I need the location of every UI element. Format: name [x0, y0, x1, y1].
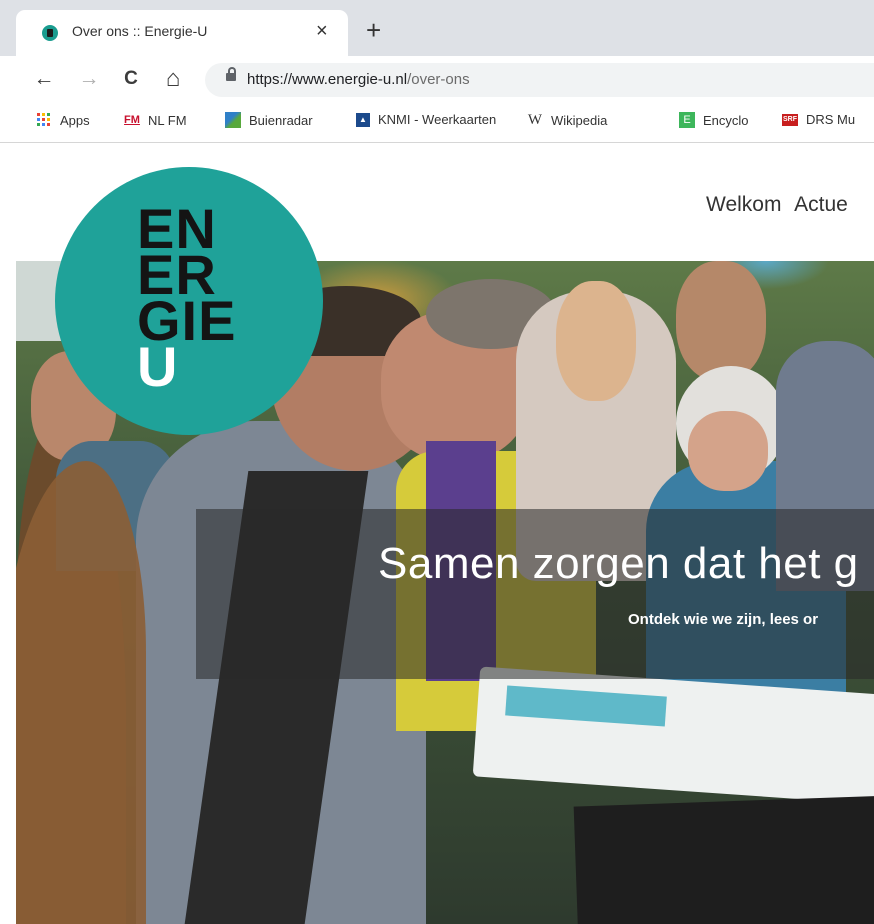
- bookmark-nl-fm[interactable]: FM NL FM: [124, 112, 187, 128]
- fm-icon: FM: [124, 114, 140, 126]
- nav-item-welkom[interactable]: Welkom: [706, 193, 781, 216]
- bookmark-apps[interactable]: Apps: [36, 112, 90, 128]
- bookmark-wikipedia[interactable]: W Wikipedia: [527, 112, 607, 128]
- nav-item-actueel[interactable]: Actue: [794, 193, 848, 216]
- address-url: https://www.energie-u.nl/over-ons: [247, 71, 470, 88]
- energie-u-logo[interactable]: EN ER GIE U: [55, 167, 323, 435]
- bookmark-label: NL FM: [148, 112, 187, 128]
- bookmark-knmi[interactable]: ▲ KNMI - Weerkaarten: [356, 112, 496, 127]
- knmi-icon: ▲: [356, 112, 370, 127]
- browser-toolbar: ← → C ⌂ https://www.energie-u.nl/over-on…: [0, 56, 874, 102]
- home-icon[interactable]: ⌂: [159, 65, 187, 93]
- bookmark-label: DRS Mu: [806, 112, 856, 127]
- bookmark-label: Buienradar: [249, 112, 313, 128]
- reload-icon[interactable]: C: [117, 65, 145, 93]
- encyclo-icon: E: [679, 112, 695, 128]
- address-bar[interactable]: https://www.energie-u.nl/over-ons: [205, 63, 874, 97]
- site-favicon-icon: [42, 25, 58, 41]
- hero-caption-overlay: [196, 509, 874, 679]
- back-icon[interactable]: ←: [30, 65, 58, 93]
- srf-icon: SRF: [782, 113, 798, 126]
- hero-headline: Samen zorgen dat het g: [378, 539, 859, 588]
- bookmarks-bar: Apps FM NL FM Buienradar ▲ KNMI - Weerka…: [0, 102, 874, 143]
- bookmark-label: Apps: [60, 112, 90, 128]
- tab-strip: Over ons :: Energie-U × +: [0, 0, 874, 56]
- bookmark-label: KNMI - Weerkaarten: [378, 112, 497, 127]
- bookmark-label: Encyclo: [703, 112, 749, 128]
- buienradar-icon: [225, 112, 241, 128]
- new-tab-button[interactable]: +: [366, 17, 381, 43]
- wikipedia-icon: W: [527, 111, 543, 128]
- bookmark-label: Wikipedia: [551, 112, 608, 128]
- apps-grid-icon: [36, 112, 52, 128]
- logo-wordmark: EN ER GIE U: [137, 201, 236, 395]
- site-nav: Welkom Actue: [706, 193, 856, 217]
- bookmark-drs[interactable]: SRF DRS Mu: [782, 112, 855, 127]
- bookmark-encyclo[interactable]: E Encyclo: [679, 112, 749, 128]
- close-tab-icon[interactable]: ×: [316, 19, 328, 43]
- hero-subline: Ontdek wie we zijn, lees or: [628, 611, 819, 628]
- page-content: Welkom Actue Samen zorgen dat het g Ontd…: [0, 143, 874, 924]
- bookmark-buienradar[interactable]: Buienradar: [225, 112, 313, 128]
- browser-tab[interactable]: Over ons :: Energie-U ×: [16, 10, 348, 56]
- url-path: /over-ons: [407, 71, 470, 88]
- tab-title: Over ons :: Energie-U: [72, 23, 208, 39]
- forward-icon[interactable]: →: [75, 65, 103, 93]
- url-host: https://www.energie-u.nl: [247, 71, 408, 88]
- lock-icon: [226, 67, 236, 81]
